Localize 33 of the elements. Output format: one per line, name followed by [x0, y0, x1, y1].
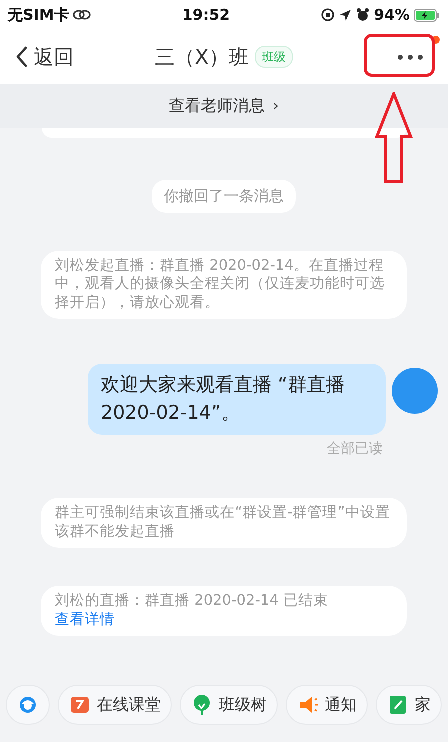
back-chevron-icon	[16, 46, 28, 68]
toolbar-chip[interactable]: 班级树	[180, 685, 278, 725]
details-link[interactable]: 查看详情	[55, 612, 115, 628]
read-receipt: 全部已读	[327, 440, 383, 460]
avatar-circle	[392, 368, 438, 414]
megaphone-icon	[297, 694, 319, 716]
service-icon	[17, 694, 39, 716]
tree-icon	[191, 694, 213, 716]
location-icon	[339, 8, 352, 22]
notebook-icon	[387, 694, 409, 716]
time-text: 19:52	[182, 4, 230, 26]
back-button[interactable]: 返回	[0, 41, 80, 73]
link-icon	[73, 9, 92, 21]
battery-text: 94%	[374, 4, 410, 26]
battery-icon	[414, 8, 440, 22]
system-message: 群主可强制结束该直播或在“群设置-群管理”中设置该群不能发起直播	[41, 498, 407, 548]
carrier-text: 无SIM卡	[8, 4, 70, 26]
rotation-lock-icon	[321, 8, 336, 22]
classroom-icon	[69, 694, 91, 716]
banner-text: 查看老师消息	[168, 95, 265, 117]
service-button[interactable]	[6, 685, 50, 725]
system-message: 刘松发起直播：群直播 2020-02-14。在直播过程中，观看人的摄像头全程关闭（仅连麦功能时可选择开启），请放心观看。	[41, 250, 407, 320]
recall-notice: 你撤回了一条消息	[152, 180, 296, 212]
toolbar-chip[interactable]: 通知	[286, 685, 368, 725]
toolbar-chip[interactable]: 家	[376, 685, 442, 725]
toolbar-chip[interactable]: 在线课堂	[58, 685, 172, 725]
system-message: 刘松的直播：群直播 2020-02-14 已结束	[55, 592, 328, 609]
group-tag: 班级	[254, 46, 293, 68]
chat-title: 三（X）班	[155, 44, 249, 71]
teacher-messages-banner[interactable]: 查看老师消息 ›	[0, 84, 448, 128]
chevron-text: ›	[272, 95, 280, 117]
message-bubble: 欢迎大家来观看直播 “群直播 2020-02-14”。	[88, 364, 386, 436]
highlight-box	[364, 34, 435, 77]
